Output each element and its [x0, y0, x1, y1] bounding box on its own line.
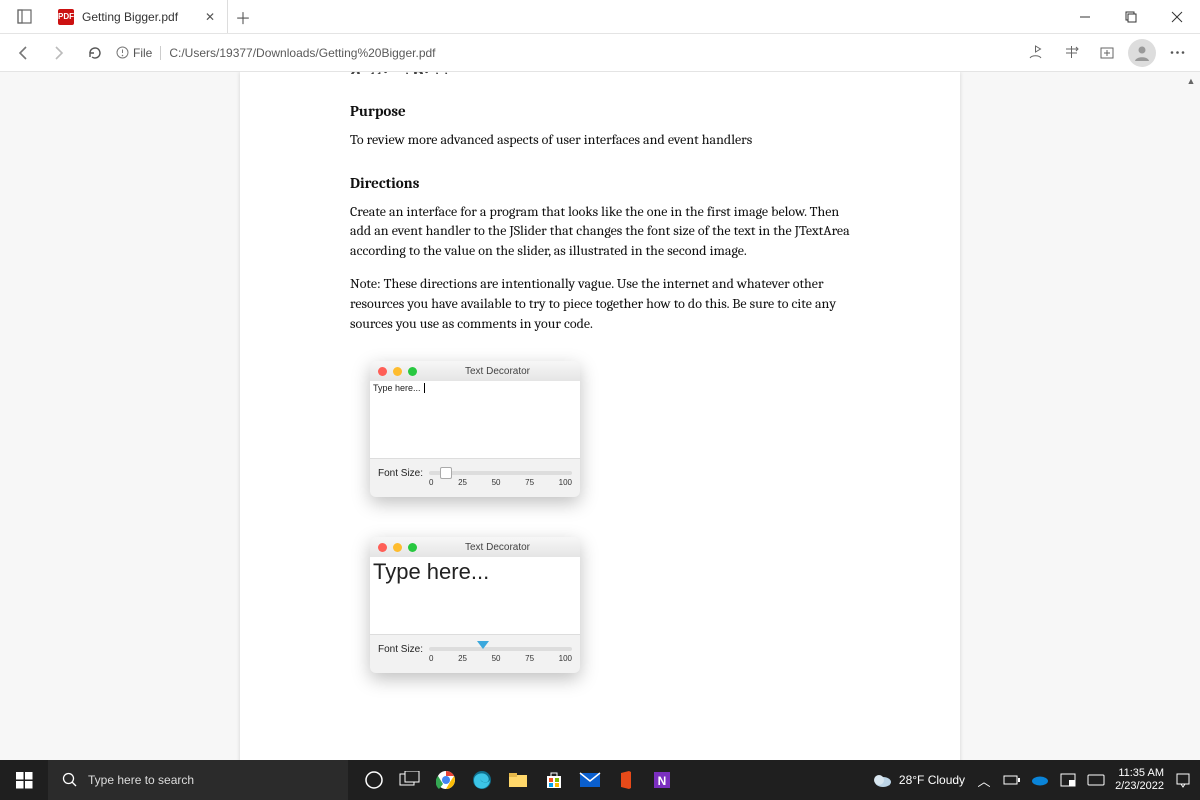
office-icon[interactable]	[610, 764, 642, 796]
mock-window-large: Text Decorator Type here... Font Size: 0…	[370, 537, 580, 673]
windows-taskbar: Type here to search N 28°F Cloudy ︿ 11:3…	[0, 760, 1200, 800]
chrome-icon[interactable]	[430, 764, 462, 796]
forward-button[interactable]	[44, 38, 74, 68]
read-aloud-icon[interactable]	[1020, 38, 1050, 68]
browser-toolbar: File C:/Users/19377/Downloads/Getting%20…	[0, 34, 1200, 72]
taskbar-search[interactable]: Type here to search	[48, 760, 348, 800]
traffic-light-close-icon	[378, 543, 387, 552]
new-tab-button[interactable]: ＋	[228, 5, 258, 29]
store-icon[interactable]	[538, 764, 570, 796]
weather-text: 28°F Cloudy	[899, 773, 965, 787]
traffic-light-min-icon	[393, 367, 402, 376]
collections-icon[interactable]	[1092, 38, 1122, 68]
traffic-light-max-icon	[408, 367, 417, 376]
minimize-button[interactable]	[1062, 0, 1108, 34]
task-icons: N	[358, 764, 678, 796]
maximize-button[interactable]	[1108, 0, 1154, 34]
address-bar[interactable]: File C:/Users/19377/Downloads/Getting%20…	[116, 46, 436, 60]
search-icon	[62, 772, 78, 788]
mail-icon[interactable]	[574, 764, 606, 796]
back-button[interactable]	[8, 38, 38, 68]
font-size-label-2: Font Size:	[378, 641, 423, 655]
start-button[interactable]	[0, 760, 48, 800]
battery-icon[interactable]	[1003, 771, 1021, 789]
refresh-button[interactable]	[80, 38, 110, 68]
tab-title: Getting Bigger.pdf	[82, 10, 195, 24]
mock-titlebar-1: Text Decorator	[370, 361, 580, 381]
traffic-light-close-icon	[378, 367, 387, 376]
task-view-icon[interactable]	[394, 764, 426, 796]
onenote-icon[interactable]: N	[646, 764, 678, 796]
titlebar: PDF Getting Bigger.pdf ✕ ＋	[0, 0, 1200, 34]
profile-avatar[interactable]	[1128, 39, 1156, 67]
mock-title-2: Text Decorator	[465, 542, 530, 553]
mock-titlebar-2: Text Decorator	[370, 537, 580, 557]
file-explorer-icon[interactable]	[502, 764, 534, 796]
clock[interactable]: 11:35 AM 2/23/2022	[1115, 767, 1164, 793]
weather-widget[interactable]: 28°F Cloudy	[873, 772, 965, 788]
paragraph-purpose: To review more advanced aspects of user …	[350, 130, 850, 150]
pdf-page: Getting Bigger Purpose To review more ad…	[240, 72, 960, 760]
heading-purpose: Purpose	[350, 102, 850, 120]
onedrive-icon[interactable]	[1031, 771, 1049, 789]
paragraph-directions-1: Create an interface for a program that l…	[350, 202, 850, 261]
heading-directions: Directions	[350, 174, 850, 192]
browser-tab[interactable]: PDF Getting Bigger.pdf ✕	[48, 0, 228, 33]
search-placeholder: Type here to search	[88, 773, 194, 787]
url-scheme-label: File	[133, 46, 152, 60]
time-text: 11:35 AM	[1115, 767, 1164, 780]
edge-icon[interactable]	[466, 764, 498, 796]
slider-thumb-2	[477, 641, 489, 649]
mock-textarea-2: Type here...	[370, 557, 580, 635]
screenshot-icon[interactable]	[1059, 771, 1077, 789]
pdf-icon: PDF	[58, 9, 74, 25]
chevron-up-icon[interactable]: ︿	[975, 771, 993, 789]
notifications-icon[interactable]	[1174, 771, 1192, 789]
scroll-up-icon[interactable]: ▲	[1184, 74, 1198, 88]
svg-text:N: N	[658, 774, 667, 788]
traffic-light-min-icon	[393, 543, 402, 552]
more-menu-icon[interactable]	[1162, 38, 1192, 68]
system-tray: 28°F Cloudy ︿ 11:35 AM 2/23/2022	[873, 767, 1200, 793]
date-text: 2/23/2022	[1115, 780, 1164, 793]
url-text: C:/Users/19377/Downloads/Getting%20Bigge…	[169, 46, 435, 60]
traffic-light-max-icon	[408, 543, 417, 552]
doc-title: Getting Bigger	[350, 72, 850, 74]
paragraph-directions-2: Note: These directions are intentionally…	[350, 274, 850, 333]
font-size-slider-1: 0 25 50 75 100	[429, 465, 572, 487]
favorites-icon[interactable]	[1056, 38, 1086, 68]
close-tab-icon[interactable]: ✕	[203, 10, 217, 24]
tab-actions-icon[interactable]	[0, 9, 48, 24]
keyboard-icon[interactable]	[1087, 771, 1105, 789]
font-size-label-1: Font Size:	[378, 465, 423, 479]
mock-window-small: Text Decorator Type here... Font Size: 0…	[370, 361, 580, 497]
file-origin-label: File	[116, 46, 161, 60]
mock-title-1: Text Decorator	[465, 366, 530, 377]
slider-thumb-1	[440, 467, 452, 479]
pdf-viewport[interactable]: ▲ Getting Bigger Purpose To review more …	[0, 72, 1200, 760]
font-size-slider-2: 0 25 50 75 100	[429, 641, 572, 663]
cortana-icon[interactable]	[358, 764, 390, 796]
mock-textarea-1: Type here...	[370, 381, 580, 459]
close-window-button[interactable]	[1154, 0, 1200, 34]
window-controls	[1062, 0, 1200, 34]
